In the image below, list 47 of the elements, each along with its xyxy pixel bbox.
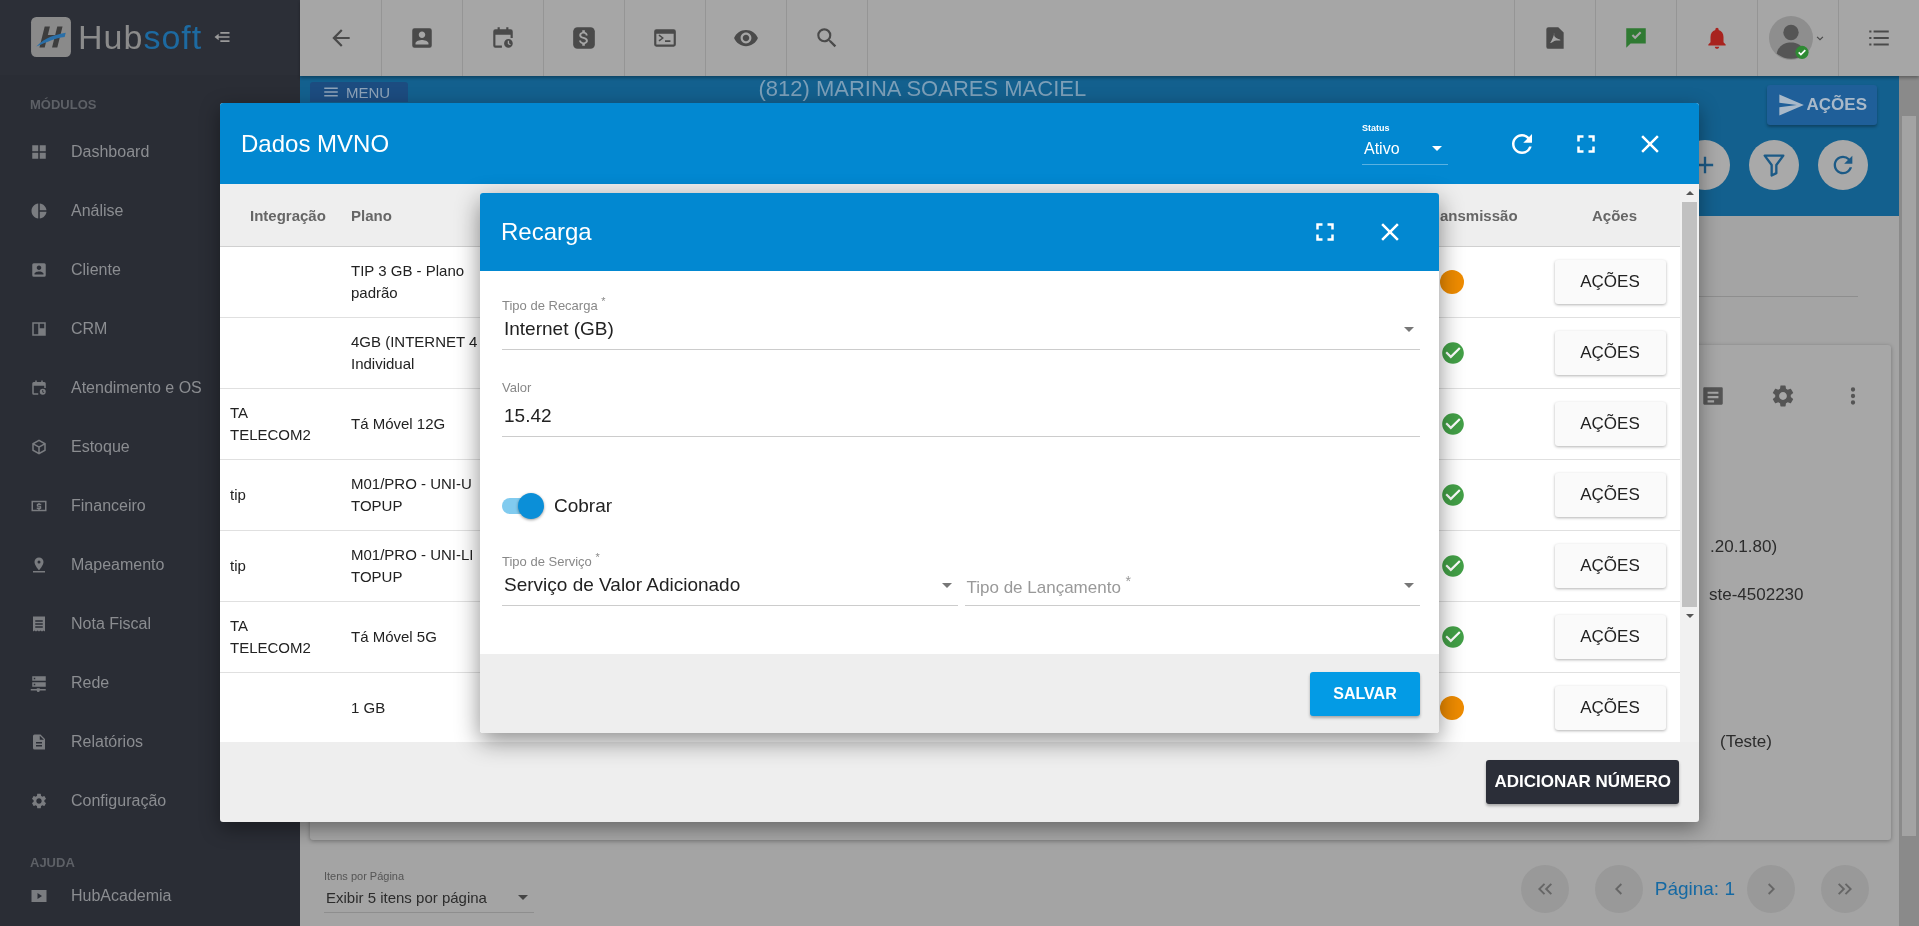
actions-button[interactable]: AÇÕES xyxy=(1554,615,1666,659)
page-size-select[interactable]: Itens por Página Exibir 5 itens por página xyxy=(324,870,534,913)
table-cell: 1 GB xyxy=(351,699,386,716)
actions-button[interactable]: AÇÕES xyxy=(1554,686,1666,730)
sidebar-item[interactable]: CRM xyxy=(0,299,300,359)
actions-button[interactable]: AÇÕES xyxy=(1554,544,1666,588)
table-cell: 4GB (INTERNET 4 Individual xyxy=(351,333,478,372)
sidebar-item[interactable]: Rede xyxy=(0,653,300,713)
actions-button[interactable]: AÇÕES xyxy=(1554,473,1666,517)
actions-button[interactable]: AÇÕES xyxy=(1554,402,1666,446)
sidebar-item[interactable]: Relatórios xyxy=(0,712,300,772)
table-cell: Tá Móvel 12G xyxy=(351,415,446,432)
logo-text: Hubsoft xyxy=(78,20,203,55)
sidebar-item[interactable]: HubAcademia xyxy=(0,866,300,926)
select-field[interactable]: Tipo de Recarga $^{*}$ Internet (GB) xyxy=(502,293,1420,350)
column-header: Ações xyxy=(1591,206,1639,224)
info-text: .20.1.80) xyxy=(1710,537,1778,557)
info-text: ste-4502230 xyxy=(1709,585,1804,605)
input-field[interactable]: Valor 15.42 xyxy=(502,380,1420,437)
column-header: Integração xyxy=(249,206,327,224)
table-cell: Tá Móvel 5G xyxy=(351,628,437,645)
table-cell: TA TELECOM2 xyxy=(230,617,311,656)
actions-button[interactable]: AÇÕES xyxy=(1554,260,1666,304)
table-cell: TA TELECOM2 xyxy=(230,404,311,443)
save-button[interactable]: SALVAR xyxy=(1310,671,1420,716)
column-header: Plano xyxy=(350,206,393,224)
table-cell: tip xyxy=(230,557,246,574)
table-cell: TIP 3 GB - Plano padrão xyxy=(351,262,465,301)
dialog-title: Recarga xyxy=(501,218,593,246)
page-title: (812) MARINA SOARES MACIEL xyxy=(758,78,1087,100)
table-cell: M01/PRO - UNI-LI TOPUP xyxy=(351,546,474,585)
select-field[interactable]: Tipo de Lançamento $^{*}$ xyxy=(964,549,1420,606)
toggle-label: Cobrar xyxy=(554,495,613,517)
actions-button[interactable]: AÇÕES xyxy=(1554,331,1666,375)
page-indicator: Página: 1 xyxy=(1654,878,1735,900)
table-cell: M01/PRO - UNI-U TOPUP xyxy=(351,475,472,514)
menu-button[interactable]: MENU xyxy=(310,82,409,102)
sidebar-item[interactable]: Cliente xyxy=(0,240,300,300)
info-text: (Teste) xyxy=(1720,732,1772,752)
sidebar-item[interactable]: Configuração xyxy=(0,771,300,831)
dialog-title: Dados MVNO xyxy=(241,129,391,158)
column-header: ansmissão xyxy=(1439,206,1519,224)
actions-button[interactable]: AÇÕES xyxy=(1766,85,1877,125)
add-number-button[interactable]: ADICIONAR NÚMERO xyxy=(1486,760,1679,804)
table-cell: tip xyxy=(230,486,246,503)
status-select[interactable]: Status Ativo xyxy=(1362,122,1448,165)
select-field[interactable]: Tipo de Serviço $^{*}$ Serviço de Valor Adicionado xyxy=(502,549,958,606)
